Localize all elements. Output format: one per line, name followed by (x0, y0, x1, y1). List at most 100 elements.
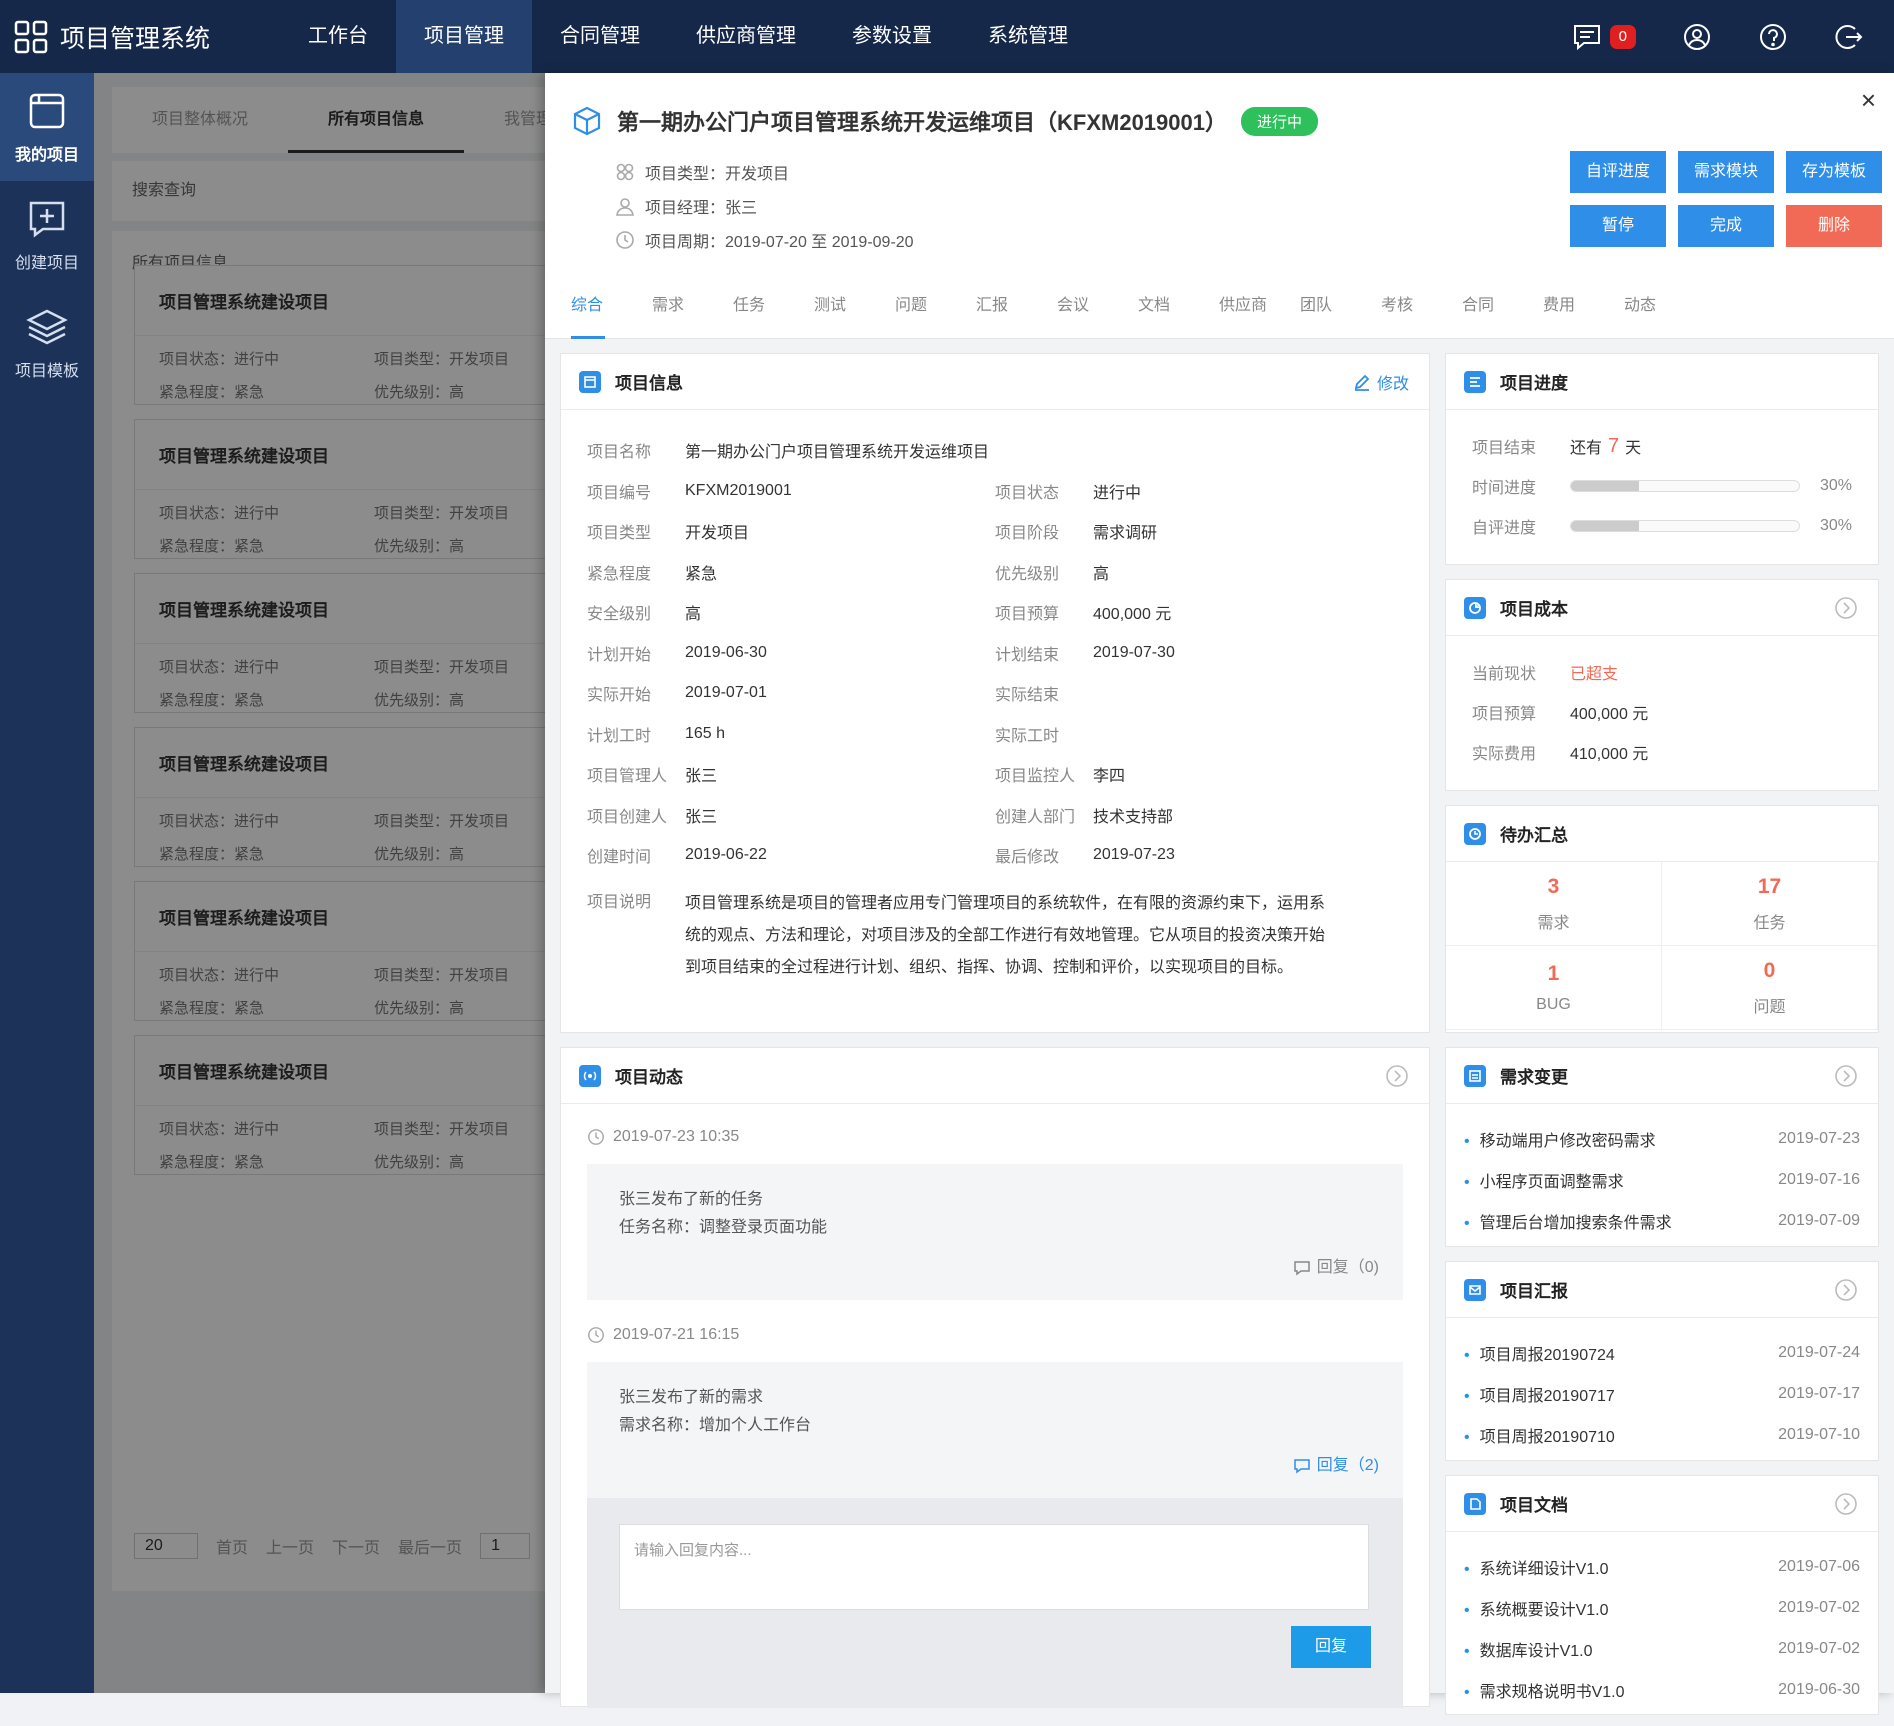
tab-2[interactable]: 任务 (733, 276, 814, 338)
logout-icon[interactable] (1834, 22, 1864, 52)
nav-params[interactable]: 参数设置 (824, 0, 960, 73)
tab-9[interactable]: 团队 (1300, 276, 1381, 338)
info-desc-row: 项目说明 项目管理系统是项目的管理者应用专门管理项目的系统软件，在有限的资源约束… (587, 876, 1403, 984)
list-item[interactable]: 管理后台增加搜索条件需求 2019-07-09 (1464, 1200, 1860, 1241)
feed-line: 任务名称：调整登录页面功能 (619, 1219, 828, 1236)
top-icons: 0 (1572, 0, 1864, 73)
list-item[interactable]: 系统详细设计V1.0 2019-07-06 (1464, 1546, 1860, 1587)
user-icon[interactable] (1682, 22, 1712, 52)
info-row: 实际开始 2019-07-01 实际结束 (587, 673, 1403, 714)
feed-list: 2019-07-23 10:35 张三发布了新的任务 任务名称：调整登录页面功能… (561, 1104, 1429, 1726)
todo-item[interactable]: 0 问题 (1662, 946, 1878, 1030)
requirement-module-button[interactable]: 需求模块 (1678, 151, 1774, 193)
list-item[interactable]: 项目周报20190724 2019-07-24 (1464, 1332, 1860, 1373)
reply-link[interactable]: 回复（2) (1293, 1452, 1379, 1480)
info-key: 项目阶段 (995, 525, 1060, 543)
side-nav: 我的项目 创建项目 项目模板 (0, 73, 94, 1693)
complete-button[interactable]: 完成 (1678, 205, 1774, 247)
info-key: 实际工时 (995, 727, 1060, 745)
more-arrow-icon[interactable] (1834, 596, 1858, 620)
tab-6[interactable]: 会议 (1057, 276, 1138, 338)
side-my-projects[interactable]: 我的项目 (0, 73, 94, 181)
nav-system[interactable]: 系统管理 (960, 0, 1096, 73)
top-navbar: 项目管理系统 工作台 项目管理 合同管理 供应商管理 参数设置 系统管理 0 (0, 0, 1894, 73)
tab-0[interactable]: 综合 (571, 276, 652, 339)
help-icon[interactable] (1758, 22, 1788, 52)
info-row: 紧急程度 紧急 优先级别 高 (587, 552, 1403, 593)
tab-5[interactable]: 汇报 (976, 276, 1057, 338)
close-icon[interactable]: × (1861, 85, 1876, 116)
delete-button[interactable]: 删除 (1786, 205, 1882, 247)
reply-area: 请输入回复内容... 回复 (587, 1498, 1403, 1708)
reply-input[interactable]: 请输入回复内容... (619, 1524, 1369, 1610)
info-row: 安全级别 高 项目预算 400,000 元 (587, 592, 1403, 633)
info-value: 2019-06-30 (685, 643, 767, 661)
list-item[interactable]: 系统概要设计V1.0 2019-07-02 (1464, 1587, 1860, 1628)
info-key: 优先级别 (995, 565, 1060, 583)
pause-button[interactable]: 暂停 (1570, 205, 1666, 247)
more-arrow-icon[interactable] (1834, 1278, 1858, 1302)
list-item[interactable]: 移动端用户修改密码需求 2019-07-23 (1464, 1118, 1860, 1159)
panel-title: 需求变更 (1500, 1068, 1568, 1087)
list-item[interactable]: 小程序页面调整需求 2019-07-16 (1464, 1159, 1860, 1200)
side-create-project[interactable]: 创建项目 (0, 181, 94, 289)
more-arrow-icon[interactable] (1385, 1064, 1409, 1088)
messages[interactable]: 0 (1572, 22, 1636, 52)
info-row: 计划开始 2019-06-30 计划结束 2019-07-30 (587, 633, 1403, 674)
info-value: 张三 (685, 768, 718, 786)
panel-header: 待办汇总 (1446, 806, 1878, 862)
clock-icon (588, 1129, 604, 1145)
brand[interactable]: 项目管理系统 (14, 0, 210, 73)
info-value: 2019-06-22 (685, 846, 767, 864)
reply-link[interactable]: 回复（0) (1293, 1254, 1379, 1282)
more-arrow-icon[interactable] (1834, 1492, 1858, 1516)
todo-grid: 3 需求 17 任务 1 BUG 0 问题 (1446, 862, 1878, 1030)
edit-link[interactable]: 修改 (1353, 370, 1409, 394)
info-value: 开发项目 (685, 525, 750, 543)
nav-supplier[interactable]: 供应商管理 (668, 0, 824, 73)
info-key: 计划开始 (587, 646, 652, 664)
tab-13[interactable]: 动态 (1624, 276, 1705, 338)
meta-manager: 项目经理：张三 (615, 189, 914, 223)
more-arrow-icon[interactable] (1834, 1064, 1858, 1088)
cost-actual-label: 实际费用 (1472, 746, 1537, 763)
info-key: 计划结束 (995, 646, 1060, 664)
todo-item[interactable]: 17 任务 (1662, 862, 1878, 946)
info-value: 2019-07-01 (685, 684, 767, 702)
list-item-date: 2019-07-09 (1778, 1211, 1860, 1229)
tab-8[interactable]: 供应商 (1219, 276, 1300, 338)
tab-7[interactable]: 文档 (1138, 276, 1219, 338)
end-row: 项目结束 还有 7 天 (1446, 426, 1878, 466)
tab-12[interactable]: 费用 (1543, 276, 1624, 338)
list-item-date: 2019-07-10 (1778, 1425, 1860, 1443)
nav-workbench[interactable]: 工作台 (280, 0, 396, 73)
info-key: 项目名称 (587, 444, 652, 462)
nav-contract[interactable]: 合同管理 (532, 0, 668, 73)
action-buttons: 自评进度 需求模块 存为模板 暂停 完成 删除 (1570, 151, 1882, 247)
progress-panel: 项目进度 项目结束 还有 7 天 时间进度 30% 自评进度 30% (1445, 353, 1879, 565)
info-value: 李四 (1093, 768, 1126, 786)
self-assess-button[interactable]: 自评进度 (1570, 151, 1666, 193)
list-item-title: 项目周报20190710 (1464, 1423, 1615, 1447)
info-key: 项目编号 (587, 484, 652, 502)
tab-1[interactable]: 需求 (652, 276, 733, 338)
tab-3[interactable]: 测试 (814, 276, 895, 338)
nav-project[interactable]: 项目管理 (396, 0, 532, 73)
reply-button[interactable]: 回复 (1291, 1626, 1371, 1668)
list-item[interactable]: 数据库设计V1.0 2019-07-02 (1464, 1628, 1860, 1669)
list-item-title: 数据库设计V1.0 (1464, 1637, 1593, 1661)
side-templates[interactable]: 项目模板 (0, 289, 94, 397)
list-item-date: 2019-07-02 (1778, 1598, 1860, 1616)
meta-manager-text: 项目经理：张三 (645, 200, 758, 217)
list-item[interactable]: 项目周报20190717 2019-07-17 (1464, 1373, 1860, 1414)
info-key: 计划工时 (587, 727, 652, 745)
tab-10[interactable]: 考核 (1381, 276, 1462, 338)
list-item-title: 系统概要设计V1.0 (1464, 1596, 1609, 1620)
save-template-button[interactable]: 存为模板 (1786, 151, 1882, 193)
todo-item[interactable]: 1 BUG (1446, 946, 1662, 1030)
todo-item[interactable]: 3 需求 (1446, 862, 1662, 946)
tab-11[interactable]: 合同 (1462, 276, 1543, 338)
list-item[interactable]: 项目周报20190710 2019-07-10 (1464, 1414, 1860, 1455)
list-item[interactable]: 需求规格说明书V1.0 2019-06-30 (1464, 1669, 1860, 1710)
tab-4[interactable]: 问题 (895, 276, 976, 338)
